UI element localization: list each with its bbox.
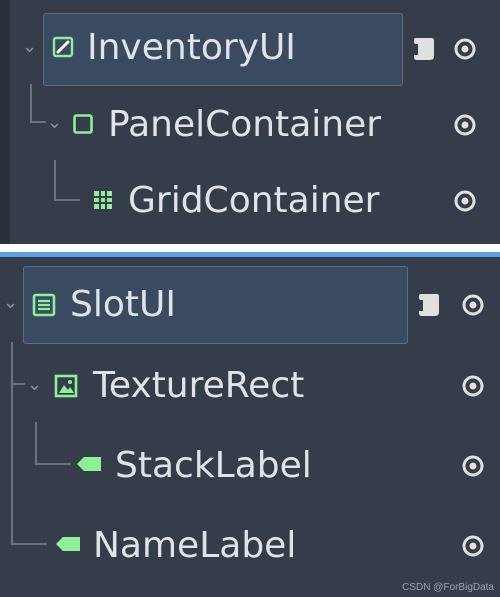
- tree-item-panelcontainer[interactable]: PanelContainer: [108, 107, 381, 143]
- collapse-chevron-icon[interactable]: ⌄: [3, 294, 18, 312]
- watermark: CSDN @ForBigData: [402, 582, 494, 593]
- tree-guide-line: [35, 463, 71, 465]
- visibility-eye-icon[interactable]: [461, 293, 485, 317]
- visibility-eye-icon[interactable]: [453, 189, 477, 213]
- tree-guide-line: [30, 121, 46, 123]
- visibility-eye-icon[interactable]: [453, 113, 477, 137]
- panel-container-icon: [73, 114, 93, 134]
- collapse-chevron-icon[interactable]: ⌄: [47, 114, 62, 132]
- tree-guide-line: [54, 160, 56, 200]
- visibility-eye-icon[interactable]: [461, 454, 485, 478]
- scene-tree-panel-slot: ⌄ SlotUI ⌄ TextureRect StackLabel NameLa…: [0, 257, 500, 597]
- list-container-icon: [32, 293, 56, 317]
- tree-guide-line: [11, 342, 13, 544]
- tree-guide-line: [11, 383, 25, 385]
- tree-item-label: SlotUI: [70, 284, 176, 325]
- control-edit-icon: [52, 36, 74, 58]
- visibility-eye-icon[interactable]: [461, 374, 485, 398]
- grid-container-icon: [94, 191, 112, 209]
- tree-item-gridcontainer[interactable]: GridContainer: [128, 183, 379, 219]
- visibility-eye-icon[interactable]: [461, 534, 485, 558]
- tree-item-label: InventoryUI: [87, 27, 296, 68]
- tree-guide-line: [30, 84, 32, 122]
- scene-tree-panel-inventory: ⌄ InventoryUI ⌄ PanelContainer GridConta…: [0, 0, 500, 244]
- tree-guide-line: [35, 422, 37, 464]
- collapse-chevron-icon[interactable]: ⌄: [22, 38, 37, 56]
- label-tag-icon: [77, 457, 101, 471]
- label-tag-icon: [56, 537, 80, 551]
- panel-divider: [0, 244, 500, 252]
- script-icon[interactable]: [417, 291, 441, 319]
- visibility-eye-icon[interactable]: [453, 37, 477, 61]
- tree-guide-line: [11, 543, 47, 545]
- collapse-chevron-icon[interactable]: ⌄: [27, 376, 42, 394]
- texture-rect-icon: [54, 374, 78, 398]
- panel-left-rail: [0, 0, 10, 244]
- tree-guide-line: [54, 199, 80, 201]
- tree-item-namelabel[interactable]: NameLabel: [93, 528, 296, 564]
- tree-item-texturerect[interactable]: TextureRect: [93, 368, 304, 404]
- script-icon[interactable]: [412, 35, 436, 63]
- tree-item-stacklabel[interactable]: StackLabel: [115, 448, 312, 484]
